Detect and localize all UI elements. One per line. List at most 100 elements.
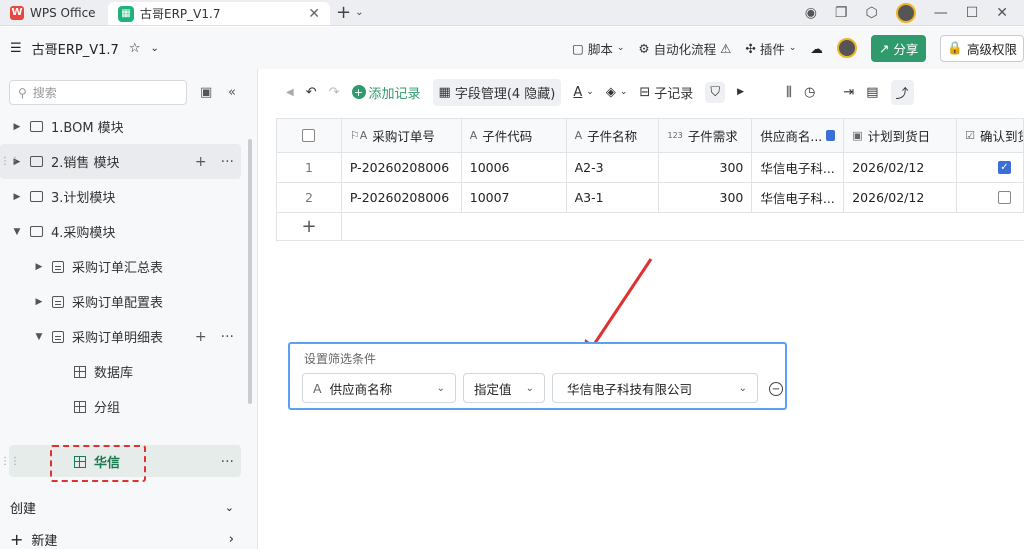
more-icon[interactable]: ··· xyxy=(221,454,234,470)
add-row-icon[interactable]: + xyxy=(277,213,342,240)
more-icon[interactable]: ··· xyxy=(221,154,234,170)
maximize-icon[interactable]: ☐ xyxy=(966,5,979,21)
header-part-name[interactable]: A 子件名称 xyxy=(567,119,660,152)
menu-icon[interactable]: ☰ xyxy=(10,41,22,56)
filter-operator-select[interactable]: 指定值 ⌄ xyxy=(463,373,545,403)
header-plan-date[interactable]: ▣ 计划到货日 xyxy=(844,119,958,152)
new-button[interactable]: + 新建 › xyxy=(0,527,248,549)
caret-down-icon[interactable]: ▼ xyxy=(12,227,22,237)
cell-order-no[interactable]: P-20260208006 xyxy=(342,153,462,182)
add-row[interactable]: + xyxy=(277,213,1024,241)
minimize-icon[interactable]: — xyxy=(934,5,948,21)
filter-field-select[interactable]: A 供应商名称 ⌄ xyxy=(302,373,456,403)
history-icon[interactable]: ◷ xyxy=(804,85,815,100)
sidebar-item-po-summary[interactable]: ▶ 采购订单汇总表 xyxy=(0,249,248,284)
caret-right-icon[interactable]: ▶ xyxy=(34,297,44,307)
table-row[interactable]: 2 P-20260208006 10007 A3-1 300 华信电子科... … xyxy=(277,183,1024,213)
table-row[interactable]: 1 P-20260208006 10006 A2-3 300 华信电子科... … xyxy=(277,153,1024,183)
header-order-no[interactable]: ⚐A 采购订单号 xyxy=(342,119,462,152)
cell-plan-date[interactable]: 2026/02/12 xyxy=(844,153,958,182)
plugin-button[interactable]: ✣ 插件 ⌄ xyxy=(745,39,796,58)
filter-value-select[interactable]: 华信电子科技有限公司 ⌄ xyxy=(552,373,758,403)
confirm-checkbox[interactable] xyxy=(998,191,1011,204)
more-icon[interactable]: ··· xyxy=(221,329,234,345)
window-icon[interactable]: ❐ xyxy=(835,5,848,21)
cell-confirm[interactable]: ✓ xyxy=(957,153,1024,182)
collapse-panel-icon[interactable]: ▣ xyxy=(200,85,212,100)
sidebar-item-purchase[interactable]: ▼ 4.采购模块 xyxy=(0,214,248,249)
cell-supplier[interactable]: 华信电子科... xyxy=(752,153,845,182)
sidebar-item-sales[interactable]: ⋮⋮ ▶ 2.销售 模块 + ··· xyxy=(0,144,241,179)
automation-button[interactable]: ⚙ 自动化流程 ⚠ xyxy=(638,39,731,58)
header-part-code[interactable]: A 子件代码 xyxy=(462,119,567,152)
fill-color-button[interactable]: ◈ ⌄ xyxy=(606,85,628,100)
cell-part-name[interactable]: A2-3 xyxy=(567,153,660,182)
sidebar-item-plan[interactable]: ▶ 3.计划模块 xyxy=(0,179,248,214)
text-color-button[interactable]: A ⌄ xyxy=(573,85,593,100)
caret-right-icon[interactable]: ▶ xyxy=(12,122,22,132)
drag-handle-icon[interactable]: ⋮⋮ xyxy=(0,456,20,467)
header-confirm[interactable]: ☑ 确认到货 xyxy=(957,119,1024,152)
cloud-icon[interactable]: ☁ xyxy=(810,41,823,56)
caret-down-icon[interactable]: ▼ xyxy=(34,332,44,342)
chevron-down-icon[interactable]: ⌄ xyxy=(225,501,234,514)
create-section[interactable]: 创建 ⌄ xyxy=(0,493,248,521)
caret-right-icon[interactable]: ▶ xyxy=(34,262,44,272)
redo-icon[interactable]: ↷ xyxy=(329,85,340,100)
close-icon[interactable]: ✕ xyxy=(308,6,320,22)
header-supplier[interactable]: 供应商名... xyxy=(752,119,845,152)
field-manage-button[interactable]: ▦ 字段管理(4 隐藏) xyxy=(432,78,562,106)
select-all-checkbox[interactable] xyxy=(302,129,316,142)
add-icon[interactable]: + xyxy=(195,329,207,345)
user-avatar[interactable] xyxy=(836,38,857,58)
undo-icon[interactable]: ↶ xyxy=(306,85,317,100)
add-icon[interactable]: + xyxy=(195,154,207,170)
star-icon[interactable]: ☆ xyxy=(129,41,141,56)
chevron-down-icon[interactable]: ⌄ xyxy=(355,7,363,18)
prev-icon[interactable]: ◀ xyxy=(286,87,294,98)
avatar[interactable] xyxy=(895,2,916,23)
search-input[interactable]: ⚲ 搜索 xyxy=(9,80,187,105)
cube-icon[interactable]: ⬡ xyxy=(865,5,877,21)
sidebar-item-database[interactable]: 数据库 xyxy=(0,354,248,389)
export-icon[interactable]: ⇥ xyxy=(843,85,854,100)
share-button[interactable]: ↗ 分享 xyxy=(870,34,927,62)
share-view-icon[interactable]: ⤴ xyxy=(890,79,914,105)
cell-part-demand[interactable]: 300 xyxy=(659,183,753,212)
caret-right-icon[interactable]: ▶ xyxy=(12,192,22,202)
confirm-checkbox[interactable]: ✓ xyxy=(998,161,1011,174)
remove-condition-icon[interactable]: − xyxy=(769,382,783,396)
tab-wps-office[interactable]: W WPS Office xyxy=(0,0,108,25)
cell-part-name[interactable]: A3-1 xyxy=(567,183,660,212)
cell-part-demand[interactable]: 300 xyxy=(659,153,753,182)
sub-record-button[interactable]: ⊟ 子记录 xyxy=(639,83,693,102)
sidebar-item-bom[interactable]: ▶ 1.BOM 模块 xyxy=(0,109,248,144)
new-tab-button[interactable]: + ⌄ xyxy=(330,0,369,25)
filter-icon[interactable]: ⛉ xyxy=(705,81,726,103)
drag-handle-icon[interactable]: ⋮⋮ xyxy=(0,156,20,167)
more-right-icon[interactable]: ▶ xyxy=(737,87,744,97)
double-chevron-left-icon[interactable]: « xyxy=(228,85,236,100)
tab-erp[interactable]: ▦ 古哥ERP_V1.7 ✕ xyxy=(108,2,330,25)
header-part-demand[interactable]: 123 子件需求 xyxy=(659,119,753,152)
advanced-permission-button[interactable]: 🔒 高级权限 xyxy=(940,34,1024,62)
chevron-down-icon[interactable]: ⌄ xyxy=(150,43,158,54)
cell-part-code[interactable]: 10006 xyxy=(462,153,567,182)
chevron-right-icon[interactable]: › xyxy=(229,532,234,547)
select-all-cell[interactable] xyxy=(277,119,342,152)
copilot-icon[interactable]: ◉ xyxy=(805,5,817,21)
sidebar-item-po-config[interactable]: ▶ 采购订单配置表 xyxy=(0,284,248,319)
sidebar-item-group[interactable]: 分组 xyxy=(0,389,248,424)
sidebar-scrollbar[interactable] xyxy=(248,139,252,404)
sidebar-item-po-detail[interactable]: ▼ 采购订单明细表 + ··· xyxy=(0,319,248,354)
cell-confirm[interactable] xyxy=(957,183,1024,212)
cell-order-no[interactable]: P-20260208006 xyxy=(342,183,462,212)
column-settings-icon[interactable]: ⫼ xyxy=(786,85,792,100)
script-button[interactable]: ▢ 脚本 ⌄ xyxy=(572,39,624,58)
close-window-icon[interactable]: ✕ xyxy=(996,5,1008,21)
clipboard-icon[interactable]: ▤ xyxy=(866,85,878,100)
cell-part-code[interactable]: 10007 xyxy=(462,183,567,212)
cell-supplier[interactable]: 华信电子科... xyxy=(752,183,845,212)
add-record-button[interactable]: + 添加记录 xyxy=(351,83,421,102)
cell-plan-date[interactable]: 2026/02/12 xyxy=(844,183,958,212)
